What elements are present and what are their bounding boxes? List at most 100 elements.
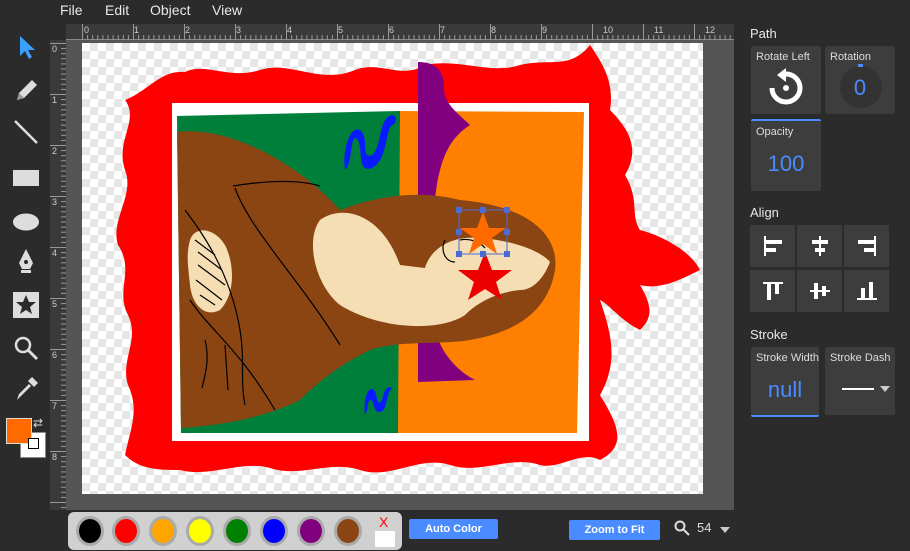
ruler-label: 12 bbox=[705, 25, 716, 35]
bottom-bar: X Auto Color Zoom to Fit 54 bbox=[0, 510, 910, 551]
line-tool-button[interactable] bbox=[8, 115, 44, 149]
path-section-title: Path bbox=[750, 26, 777, 41]
align-right-icon bbox=[857, 236, 876, 256]
ruler-label: 3 bbox=[52, 197, 58, 207]
rotate-left-icon bbox=[769, 68, 803, 105]
star-tool-button[interactable] bbox=[8, 288, 44, 322]
zoom-chevron-down-icon[interactable] bbox=[720, 527, 730, 533]
vertical-ruler: 0 1 2 3 4 5 6 7 8 bbox=[50, 40, 66, 510]
align-center-icon bbox=[811, 236, 828, 256]
align-center-button[interactable] bbox=[797, 225, 842, 267]
ruler-label: 6 bbox=[52, 350, 58, 360]
ruler-label: 2 bbox=[185, 25, 191, 35]
magnifier-icon bbox=[14, 336, 39, 361]
ruler-label: 9 bbox=[542, 25, 548, 35]
stroke-width-field[interactable]: Stroke Width null bbox=[751, 347, 819, 417]
zoom-level-value[interactable]: 54 bbox=[697, 520, 711, 535]
auto-color-button[interactable]: Auto Color bbox=[409, 519, 498, 539]
palette-swatch-none[interactable]: X bbox=[374, 514, 396, 548]
rotate-left-button[interactable]: Rotate Left bbox=[751, 46, 821, 114]
ellipse-icon bbox=[13, 213, 39, 231]
menu-object[interactable]: Object bbox=[150, 2, 190, 18]
align-left-icon bbox=[763, 236, 782, 256]
default-colors-icon[interactable] bbox=[28, 438, 39, 449]
none-swatch-box bbox=[375, 531, 395, 547]
ruler-label: 10 bbox=[603, 25, 614, 35]
ruler-label: 2 bbox=[52, 146, 58, 156]
horizontal-ruler-labels: 0 1 2 3 4 5 6 7 8 9 10 11 12 bbox=[66, 24, 734, 40]
palette-swatch-brown[interactable] bbox=[334, 516, 362, 546]
rotation-indicator bbox=[858, 64, 863, 67]
palette-swatch-yellow[interactable] bbox=[186, 516, 214, 546]
rectangle-tool-button[interactable] bbox=[8, 161, 44, 195]
ruler-label: 1 bbox=[52, 95, 58, 105]
artboard[interactable] bbox=[82, 43, 703, 494]
palette-swatch-orange[interactable] bbox=[149, 516, 177, 546]
canvas-area[interactable] bbox=[66, 40, 734, 510]
ruler-label: 4 bbox=[287, 25, 293, 35]
align-top-icon bbox=[762, 282, 783, 300]
ruler-label: 8 bbox=[491, 25, 497, 35]
menu-file[interactable]: File bbox=[60, 2, 83, 18]
color-palette: X bbox=[68, 512, 402, 550]
pencil-icon bbox=[17, 80, 37, 100]
ruler-label: 5 bbox=[52, 299, 58, 309]
ruler-label: 0 bbox=[52, 44, 58, 54]
ruler-label: 7 bbox=[52, 401, 58, 411]
ruler-label: 6 bbox=[389, 25, 395, 35]
stroke-section-title: Stroke bbox=[750, 327, 788, 342]
opacity-value: 100 bbox=[767, 151, 805, 176]
eyedropper-icon bbox=[17, 377, 38, 400]
pencil-tool-button[interactable] bbox=[8, 74, 44, 108]
ruler-label: 1 bbox=[134, 25, 140, 35]
palette-swatch-black[interactable] bbox=[76, 516, 104, 546]
stroke-dash-label: Stroke Dash bbox=[830, 352, 891, 364]
align-middle-button[interactable] bbox=[797, 270, 842, 312]
rectangle-icon bbox=[13, 170, 39, 186]
ruler-label: 8 bbox=[52, 452, 58, 462]
zoom-to-fit-button[interactable]: Zoom to Fit bbox=[569, 520, 660, 540]
swap-colors-icon[interactable]: ⇄ bbox=[33, 416, 43, 430]
menu-view[interactable]: View bbox=[212, 2, 242, 18]
tool-bar: ⇄ bbox=[0, 22, 52, 502]
align-middle-icon bbox=[809, 283, 830, 299]
pen-tool-button[interactable] bbox=[8, 244, 44, 278]
eyedropper-tool-button[interactable] bbox=[8, 372, 44, 406]
align-right-button[interactable] bbox=[844, 225, 889, 267]
line-icon bbox=[14, 120, 38, 144]
properties-panel: Path Rotate Left Rotation 0 Opacity 100 … bbox=[742, 22, 910, 512]
palette-swatch-green[interactable] bbox=[223, 516, 251, 546]
arrow-cursor-icon bbox=[20, 36, 35, 59]
ellipse-tool-button[interactable] bbox=[8, 205, 44, 239]
menu-bar: File Edit Object View bbox=[0, 0, 910, 22]
align-bottom-button[interactable] bbox=[844, 270, 889, 312]
ruler-label: 5 bbox=[338, 25, 344, 35]
rotate-left-label: Rotate Left bbox=[756, 51, 810, 63]
palette-swatch-blue[interactable] bbox=[260, 516, 288, 546]
ruler-label: 7 bbox=[440, 25, 446, 35]
align-section-title: Align bbox=[750, 205, 779, 220]
zoom-magnifier-icon bbox=[674, 520, 690, 536]
palette-swatch-red[interactable] bbox=[112, 516, 140, 546]
stroke-width-label: Stroke Width bbox=[756, 352, 819, 364]
ruler-label: 11 bbox=[654, 25, 664, 35]
align-left-button[interactable] bbox=[750, 225, 795, 267]
palette-swatch-purple[interactable] bbox=[297, 516, 325, 546]
zoom-tool-button[interactable] bbox=[8, 331, 44, 365]
none-swatch-label: X bbox=[379, 514, 389, 530]
stroke-dash-dropdown[interactable]: Stroke Dash bbox=[825, 347, 895, 415]
chevron-down-icon bbox=[880, 386, 890, 392]
ruler-label: 4 bbox=[52, 248, 58, 258]
stroke-dash-preview bbox=[842, 388, 874, 390]
opacity-label: Opacity bbox=[756, 126, 794, 138]
rotation-field[interactable]: Rotation 0 bbox=[825, 46, 895, 114]
rotation-label: Rotation bbox=[830, 51, 871, 63]
stroke-width-value: null bbox=[767, 377, 803, 402]
rotation-value: 0 bbox=[853, 75, 867, 100]
opacity-field[interactable]: Opacity 100 bbox=[751, 119, 821, 191]
star-icon bbox=[13, 292, 39, 318]
select-tool-button[interactable] bbox=[8, 30, 44, 64]
align-top-button[interactable] bbox=[750, 270, 795, 312]
menu-edit[interactable]: Edit bbox=[105, 2, 129, 18]
drawing[interactable] bbox=[82, 43, 703, 494]
